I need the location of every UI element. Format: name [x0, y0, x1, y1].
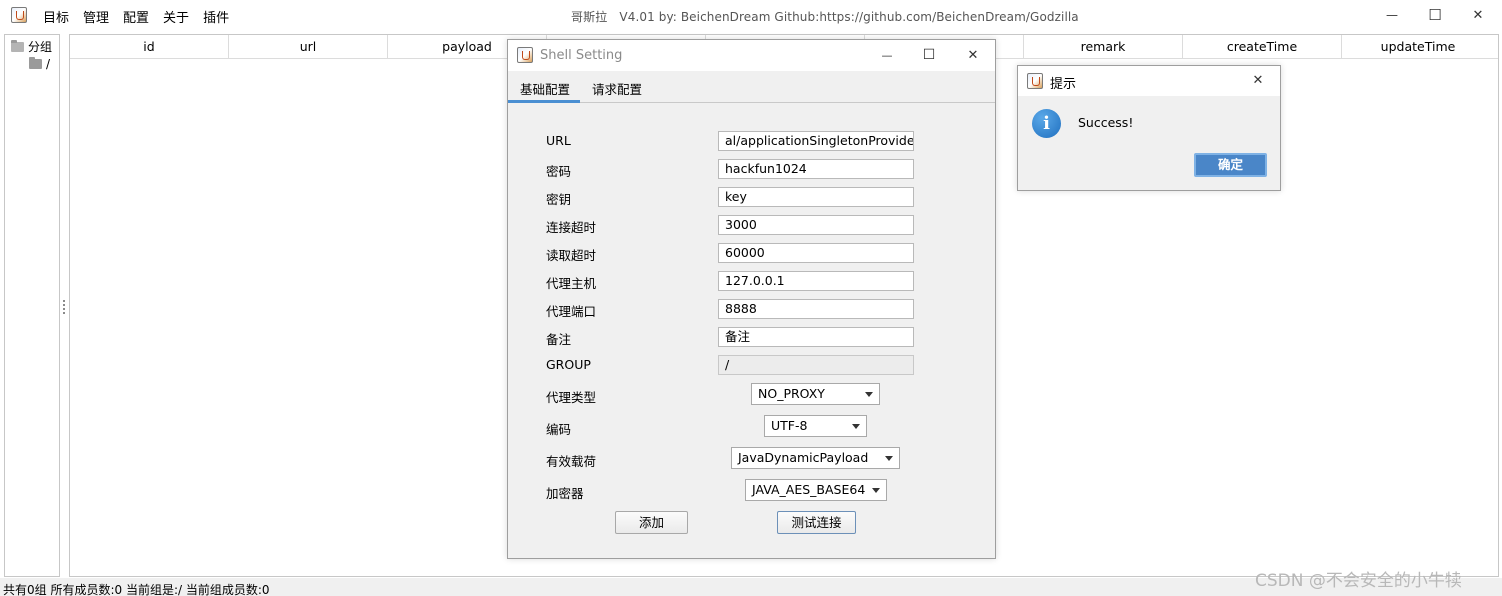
- dialog-title: Shell Setting: [540, 48, 623, 63]
- encoding-label: 编码: [546, 422, 572, 437]
- url-input[interactable]: al/applicationSingletonProvider: [718, 131, 914, 151]
- column-header-url[interactable]: url: [229, 35, 388, 58]
- menu-target[interactable]: 目标: [43, 7, 69, 26]
- app-icon: [517, 47, 533, 63]
- column-header-remark[interactable]: remark: [1024, 35, 1183, 58]
- tab-request-config[interactable]: 请求配置: [592, 79, 642, 98]
- column-header-createtime[interactable]: createTime: [1183, 35, 1342, 58]
- ok-button[interactable]: 确定: [1194, 153, 1267, 177]
- add-button[interactable]: 添加: [615, 511, 688, 534]
- tab-basic-config[interactable]: 基础配置: [520, 79, 570, 98]
- watermark: CSDN @不会安全的小牛犊: [1255, 571, 1462, 591]
- group-tree[interactable]: 分组 /: [4, 34, 60, 577]
- folder-icon: [29, 57, 42, 69]
- menu-plugins[interactable]: 插件: [203, 7, 229, 26]
- info-icon: i: [1032, 109, 1061, 138]
- message-close-button[interactable]: ✕: [1247, 70, 1269, 90]
- shell-setting-dialog: Shell Setting — ☐ ✕ 基础配置 请求配置 URL al/app…: [507, 39, 996, 559]
- connect-timeout-input[interactable]: 3000: [718, 215, 914, 235]
- read-timeout-label: 读取超时: [546, 248, 597, 263]
- message-title-bar[interactable]: 提示 ✕: [1018, 66, 1280, 96]
- message-text: Success!: [1078, 115, 1134, 130]
- tree-node-root-label: 分组: [28, 40, 53, 54]
- menu-manage[interactable]: 管理: [83, 7, 109, 26]
- cryption-label: 加密器: [546, 486, 584, 501]
- minimize-button[interactable]: —: [1381, 5, 1403, 25]
- column-header-updatetime[interactable]: updateTime: [1342, 35, 1494, 58]
- settings-tabs: 基础配置 请求配置: [508, 71, 995, 103]
- proxy-type-label: 代理类型: [546, 390, 597, 405]
- key-label: 密钥: [546, 192, 572, 207]
- folder-open-icon: [11, 39, 24, 52]
- encoding-select[interactable]: UTF-8: [764, 415, 867, 437]
- encoding-value: UTF-8: [771, 418, 808, 433]
- connect-timeout-label: 连接超时: [546, 220, 597, 235]
- cryption-value: JAVA_AES_BASE64: [752, 482, 866, 497]
- remark-input[interactable]: 备注: [718, 327, 914, 347]
- menu-bar: 目标 管理 配置 关于 插件: [43, 7, 229, 26]
- key-input[interactable]: key: [718, 187, 914, 207]
- password-input[interactable]: hackfun1024: [718, 159, 914, 179]
- active-tab-indicator: [508, 100, 580, 103]
- column-header-id[interactable]: id: [70, 35, 229, 58]
- group-input: /: [718, 355, 914, 375]
- tree-node-child[interactable]: /: [29, 57, 50, 71]
- remark-label: 备注: [546, 332, 572, 347]
- dialog-minimize-button[interactable]: —: [876, 45, 898, 65]
- message-title: 提示: [1050, 77, 1077, 92]
- group-label: GROUP: [546, 357, 591, 372]
- maximize-button[interactable]: ☐: [1424, 5, 1446, 25]
- proxy-host-label: 代理主机: [546, 276, 597, 291]
- app-icon: [11, 7, 27, 23]
- proxy-type-value: NO_PROXY: [758, 386, 825, 401]
- payload-select[interactable]: JavaDynamicPayload: [731, 447, 900, 469]
- dialog-maximize-button[interactable]: ☐: [918, 45, 940, 65]
- dialog-title-bar[interactable]: Shell Setting — ☐ ✕: [508, 40, 995, 71]
- proxy-type-select[interactable]: NO_PROXY: [751, 383, 880, 405]
- status-text: 共有0组 所有成员数:0 当前组是:/ 当前组成员数:0: [3, 583, 270, 596]
- proxy-host-input[interactable]: 127.0.0.1: [718, 271, 914, 291]
- read-timeout-input[interactable]: 60000: [718, 243, 914, 263]
- close-button[interactable]: ✕: [1467, 5, 1489, 25]
- window-title: 哥斯拉 V4.01 by: BeichenDream Github:https:…: [571, 10, 1079, 24]
- menu-about[interactable]: 关于: [163, 7, 189, 26]
- cryption-select[interactable]: JAVA_AES_BASE64: [745, 479, 887, 501]
- app-icon: [1027, 73, 1043, 89]
- split-pane-handle[interactable]: [62, 300, 65, 314]
- password-label: 密码: [546, 164, 572, 179]
- menu-config[interactable]: 配置: [123, 7, 149, 26]
- proxy-port-input[interactable]: 8888: [718, 299, 914, 319]
- chevron-down-icon: [865, 392, 873, 397]
- payload-value: JavaDynamicPayload: [738, 450, 869, 465]
- dialog-close-button[interactable]: ✕: [962, 45, 984, 65]
- test-connection-button[interactable]: 测试连接: [777, 511, 856, 534]
- proxy-port-label: 代理端口: [546, 304, 597, 319]
- chevron-down-icon: [852, 424, 860, 429]
- tree-node-child-label: /: [46, 57, 51, 71]
- chevron-down-icon: [885, 456, 893, 461]
- message-dialog: 提示 ✕ i Success! 确定: [1017, 65, 1281, 191]
- payload-label: 有效载荷: [546, 454, 597, 469]
- tree-node-root[interactable]: 分组: [11, 38, 52, 55]
- main-title-bar: 目标 管理 配置 关于 插件 哥斯拉 V4.01 by: BeichenDrea…: [0, 0, 1502, 31]
- url-label: URL: [546, 133, 571, 148]
- chevron-down-icon: [872, 488, 880, 493]
